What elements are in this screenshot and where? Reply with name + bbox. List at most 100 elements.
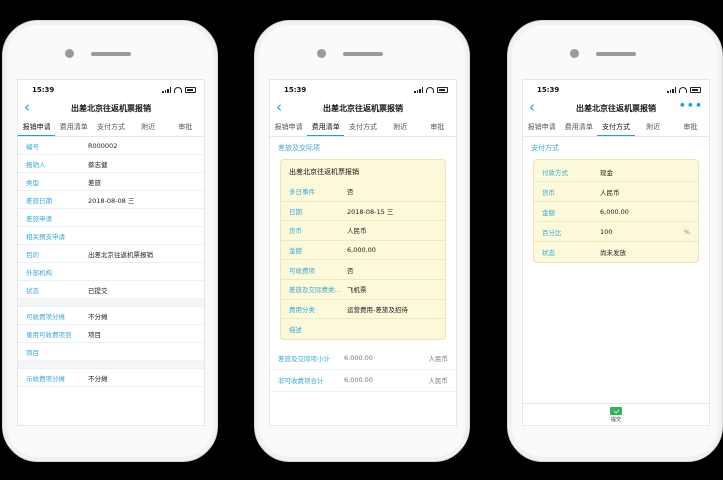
- field-value: 否: [347, 188, 354, 197]
- submit-button[interactable]: 提交: [523, 403, 709, 425]
- tab-expense-application[interactable]: 报销申请: [270, 119, 307, 136]
- field-row[interactable]: 示收费项分摊 不分摊: [18, 369, 204, 387]
- more-dots-icon[interactable]: •••: [679, 99, 703, 112]
- field-label: 外部机构: [26, 268, 52, 277]
- tab-approval[interactable]: 审批: [672, 119, 709, 136]
- field-value: 已提交: [88, 286, 108, 295]
- section-divider: [18, 299, 204, 307]
- total-label: 非可收费项合计: [278, 377, 324, 386]
- field-row[interactable]: 相关预支申请: [18, 227, 204, 245]
- battery-icon: [185, 87, 196, 93]
- field-label: 目的: [26, 250, 39, 259]
- field-value: 2018-08-15 三: [347, 207, 394, 216]
- field-row[interactable]: 状态 已提交: [18, 281, 204, 299]
- field-row[interactable]: 可收费项分摊 不分摊: [18, 307, 204, 325]
- field-label: 百分比: [542, 228, 562, 237]
- field-row: 百分比 100%: [534, 222, 698, 242]
- tab-nearby[interactable]: 附近: [635, 119, 672, 136]
- screen-payment-method: 15:39 ‹ 出差北京往返机票报销 ••• 报销申请 费用清单 支付方式 附近…: [522, 79, 710, 426]
- field-row[interactable]: 外部机构: [18, 263, 204, 281]
- field-value: 否: [347, 266, 354, 275]
- tab-nearby[interactable]: 附近: [382, 119, 419, 136]
- field-value: 尚未发放: [600, 249, 626, 257]
- field-value: 出差北京往返机票报销: [88, 250, 153, 259]
- back-arrow-icon[interactable]: ‹: [276, 99, 282, 115]
- signal-icon: [162, 87, 171, 93]
- field-value: 项目: [88, 330, 101, 339]
- tab-payment-method[interactable]: 支付方式: [597, 119, 635, 136]
- expense-item-card[interactable]: 出差北京往返机票报销 多日事件否 日期 2018-08-15 三 货币 人民币 金额…: [280, 159, 446, 340]
- field-label: 金额: [289, 247, 302, 256]
- field-value: R000002: [88, 141, 118, 150]
- field-row[interactable]: 目的 出差北京往返机票报销: [18, 245, 204, 263]
- back-arrow-icon[interactable]: ‹: [24, 99, 30, 115]
- tab-payment-method[interactable]: 支付方式: [92, 119, 129, 136]
- field-row: 金额 6,000.00: [534, 202, 698, 222]
- battery-icon: [437, 87, 448, 93]
- field-label: 类型: [26, 178, 39, 187]
- field-label: 可收费项: [289, 266, 315, 275]
- page-title: 出差北京往返机票报销: [576, 103, 656, 113]
- field-label: 示收费项分摊: [26, 374, 65, 383]
- field-label: 状态: [26, 286, 39, 295]
- field-row[interactable]: 类型 差旅: [18, 173, 204, 191]
- tab-nearby[interactable]: 附近: [130, 119, 167, 136]
- field-row[interactable]: 报销人 蔡志健: [18, 155, 204, 173]
- field-row: 描述: [281, 319, 445, 339]
- speaker-grille: [596, 52, 636, 56]
- subtotal-currency: 人民币: [428, 355, 449, 364]
- field-label: 项目: [26, 348, 39, 357]
- field-row: 货币 人民币: [281, 221, 445, 241]
- phone-frame-2: 15:39 ‹ 出差北京往返机票报销 报销申请 费用清单 支付方式 附近 审批 …: [254, 20, 470, 462]
- tab-payment-method[interactable]: 支付方式: [344, 119, 381, 136]
- total-value: 6,000.00: [344, 376, 373, 385]
- wifi-icon: [679, 87, 687, 93]
- section-title: 差旅及交际项: [278, 144, 320, 152]
- field-value: 不分摊: [88, 374, 108, 383]
- field-label: 报销人: [26, 160, 46, 169]
- field-label: 货币: [289, 227, 302, 236]
- status-time: 15:39: [32, 86, 55, 94]
- subtotal-row: 差旅及交际项小计 6,000.00 人民币: [270, 348, 456, 370]
- payment-card[interactable]: 付款方式 现金 货币 人民币 金额 6,000.00 百分比 100% 状态 尚未发放: [533, 159, 699, 263]
- tab-expense-application[interactable]: 报销申请: [18, 119, 56, 136]
- field-value: 蔡志健: [88, 160, 108, 169]
- field-label: 相关预支申请: [26, 232, 65, 241]
- field-row: 状态 尚未发放: [534, 242, 698, 262]
- field-row[interactable]: 差旅申请: [18, 209, 204, 227]
- field-label: 差旅及交际费类...: [289, 286, 341, 295]
- field-label: 金额: [542, 208, 555, 217]
- form-fields: 编号 R000002 报销人 蔡志健 类型 差旅 差旅日期 2018-08-08 三 差…: [18, 137, 204, 387]
- nav-bar: ‹ 出差北京往返机票报销 •••: [523, 97, 709, 119]
- field-label: 编号: [26, 142, 39, 151]
- tab-approval[interactable]: 审批: [419, 119, 456, 136]
- field-label: 差旅申请: [26, 214, 52, 223]
- back-arrow-icon[interactable]: ‹: [529, 99, 535, 115]
- nav-bar: ‹ 出差北京往返机票报销: [18, 97, 204, 119]
- field-row[interactable]: 项目: [18, 343, 204, 361]
- tab-expense-list[interactable]: 费用清单: [55, 119, 92, 136]
- field-label: 日期: [289, 207, 302, 216]
- field-row[interactable]: 录用可收费项到 项目: [18, 325, 204, 343]
- field-label: 可收费项分摊: [26, 312, 65, 321]
- field-value: 不分摊: [88, 312, 108, 321]
- status-bar: 15:39: [523, 83, 709, 97]
- tab-expense-application[interactable]: 报销申请: [523, 119, 560, 136]
- wifi-icon: [426, 87, 434, 93]
- tab-bar: 报销申请 费用清单 支付方式 附近 审批: [270, 119, 456, 137]
- screen-expense-application: 15:39 ‹ 出差北京往返机票报销 报销申请 费用清单 支付方式 附近 审批 …: [17, 79, 205, 426]
- tab-bar: 报销申请 费用清单 支付方式 附近 审批: [523, 119, 709, 137]
- tab-bar: 报销申请 费用清单 支付方式 附近 审批: [18, 119, 204, 137]
- field-value: 差旅: [88, 178, 101, 187]
- tab-expense-list[interactable]: 费用清单: [307, 119, 345, 136]
- field-label: 录用可收费项到: [26, 330, 72, 339]
- status-bar: 15:39: [18, 83, 204, 97]
- field-row[interactable]: 编号 R000002: [18, 137, 204, 155]
- tab-expense-list[interactable]: 费用清单: [560, 119, 597, 136]
- field-row: 费用分类 运营费用-差旅及招待: [281, 300, 445, 320]
- field-row[interactable]: 差旅日期 2018-08-08 三: [18, 191, 204, 209]
- section-title: 支付方式: [531, 144, 559, 152]
- tab-approval[interactable]: 审批: [167, 119, 204, 136]
- battery-icon: [690, 87, 701, 93]
- status-time: 15:39: [284, 86, 307, 94]
